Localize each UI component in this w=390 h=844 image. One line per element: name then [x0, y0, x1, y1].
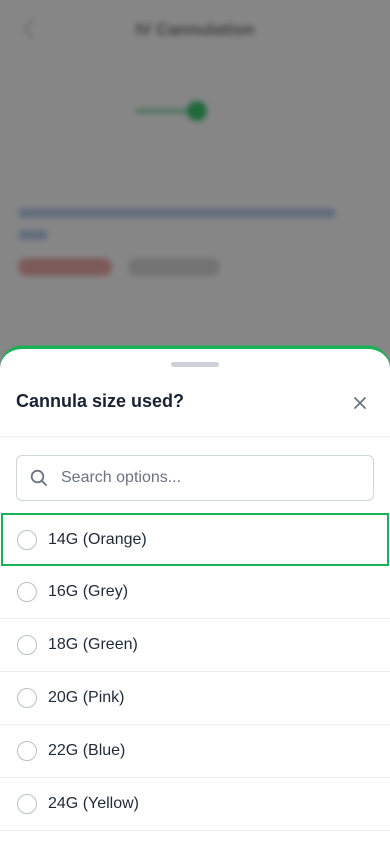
option-20g-pink[interactable]: 20G (Pink)	[0, 672, 390, 725]
option-24g-yellow[interactable]: 24G (Yellow)	[0, 778, 390, 831]
close-icon	[354, 397, 366, 409]
option-label: 16G (Grey)	[48, 583, 129, 600]
radio-button[interactable]	[17, 688, 37, 708]
radio-button[interactable]	[17, 529, 37, 550]
option-label: 22G (Blue)	[48, 742, 126, 759]
sheet-header: Cannula size used?	[0, 377, 390, 437]
option-label: 20G (Pink)	[48, 689, 125, 706]
option-16g-grey[interactable]: 16G (Grey)	[0, 566, 390, 619]
search-input[interactable]	[61, 469, 373, 487]
radio-button[interactable]	[17, 741, 37, 761]
option-22g-blue[interactable]: 22G (Blue)	[0, 725, 390, 778]
radio-button[interactable]	[17, 635, 37, 655]
sheet-drag-handle[interactable]	[171, 362, 219, 367]
option-label: 18G (Green)	[48, 636, 138, 653]
sheet-title: Cannula size used?	[16, 391, 185, 411]
option-14g-orange[interactable]: 14G (Orange)	[1, 513, 389, 566]
option-label: 24G (Yellow)	[48, 795, 140, 812]
bottom-sheet: Cannula size used? 14G (Orange) 16G (Gre…	[0, 346, 390, 844]
option-label: 14G (Orange)	[48, 530, 147, 548]
search-icon	[17, 468, 61, 488]
radio-button[interactable]	[17, 582, 37, 602]
options-list: 14G (Orange) 16G (Grey) 18G (Green) 20G …	[0, 513, 390, 831]
close-button[interactable]	[348, 391, 372, 415]
radio-button[interactable]	[17, 794, 37, 814]
option-18g-green[interactable]: 18G (Green)	[0, 619, 390, 672]
search-field[interactable]	[16, 455, 374, 501]
